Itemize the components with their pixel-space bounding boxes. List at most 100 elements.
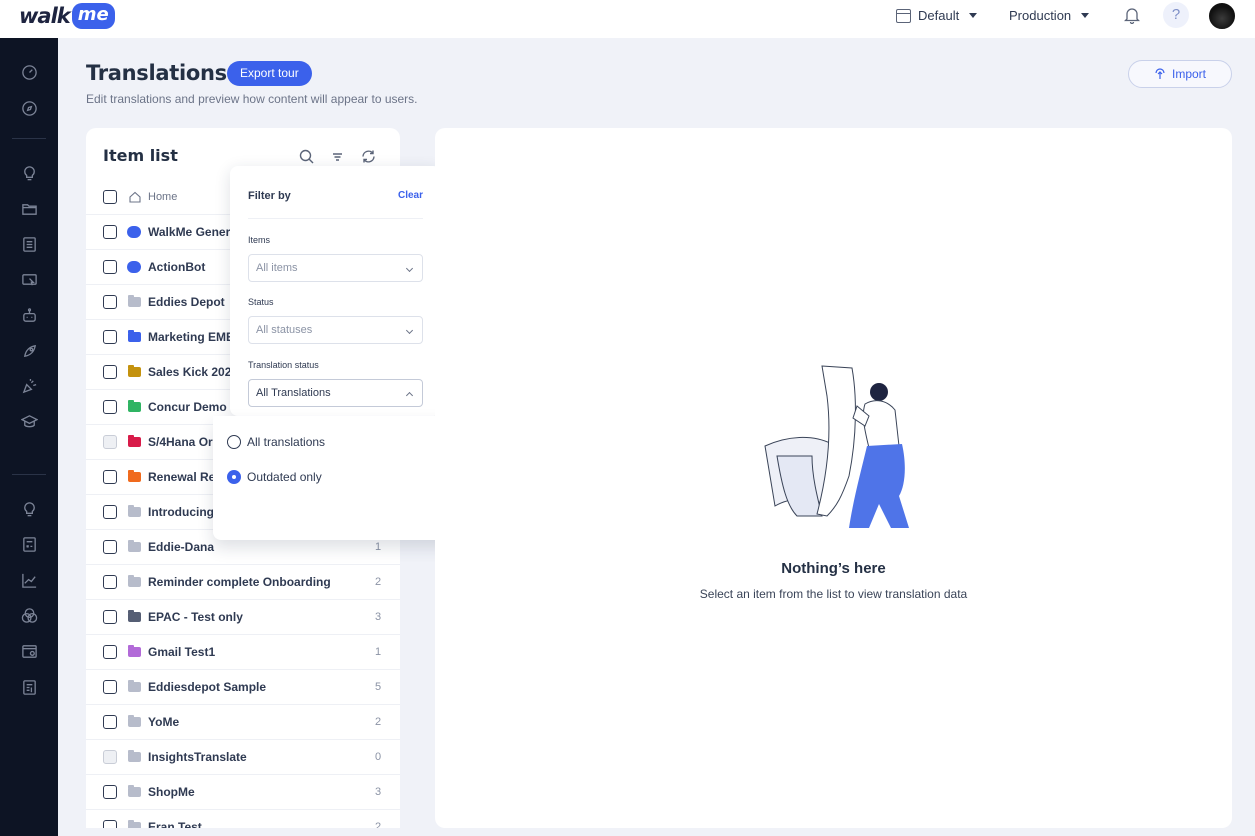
item-label: Reminder complete Onboarding: [148, 575, 331, 589]
document-icon[interactable]: [20, 678, 38, 696]
radio-button[interactable]: [227, 470, 241, 484]
status-filter-select[interactable]: All statuses: [248, 316, 423, 344]
folder-icon: [128, 400, 141, 412]
folder-icon[interactable]: [20, 200, 38, 218]
item-label: Eddie-Dana: [148, 540, 215, 554]
venn-icon[interactable]: [20, 606, 38, 624]
radio-button[interactable]: [227, 435, 241, 449]
gauge-icon[interactable]: [20, 63, 38, 81]
graduation-icon[interactable]: [20, 412, 38, 430]
list-item[interactable]: EPAC - Test only 3: [86, 600, 400, 635]
avatar[interactable]: [1207, 1, 1237, 31]
item-label: WalkMe Genera: [148, 225, 237, 239]
item-checkbox: [103, 750, 117, 764]
item-checkbox[interactable]: [103, 400, 117, 414]
item-checkbox[interactable]: [103, 540, 117, 554]
refresh-icon[interactable]: [360, 148, 377, 165]
list-icon[interactable]: [20, 235, 38, 253]
folder-icon: [128, 785, 141, 797]
environment-default-dropdown[interactable]: Default: [896, 8, 978, 23]
item-checkbox[interactable]: [103, 295, 117, 309]
filter-divider: [248, 218, 423, 219]
list-item[interactable]: ShopMe 3: [86, 775, 400, 810]
robot-icon[interactable]: [20, 306, 38, 324]
chart-icon[interactable]: [20, 571, 38, 589]
megaphone-icon[interactable]: [20, 377, 38, 395]
walkme-logo[interactable]: walk me: [19, 3, 115, 29]
item-checkbox[interactable]: [103, 715, 117, 729]
translation-status-select[interactable]: All Translations: [248, 379, 423, 407]
items-filter-select[interactable]: All items: [248, 254, 423, 282]
list-item[interactable]: InsightsTranslate 0: [86, 740, 400, 775]
item-count: 1: [375, 541, 382, 553]
search-icon[interactable]: [298, 148, 315, 165]
export-tour-button[interactable]: Export tour: [227, 61, 312, 86]
lightbulb-icon[interactable]: [20, 164, 38, 182]
item-label: Eran Test: [148, 820, 202, 828]
chat-bot-icon: [127, 261, 141, 273]
list-item[interactable]: Eran Test 2: [86, 810, 400, 828]
list-item[interactable]: Gmail Test1 1: [86, 635, 400, 670]
empty-state-illustration: [764, 365, 909, 528]
item-checkbox[interactable]: [103, 260, 117, 274]
item-list-toolbar: [298, 148, 377, 165]
item-count: 5: [375, 681, 382, 693]
item-checkbox[interactable]: [103, 680, 117, 694]
item-label: ShopMe: [148, 785, 195, 799]
bell-icon[interactable]: [1124, 6, 1140, 24]
home-icon: [129, 191, 141, 203]
page-title: Translations: [86, 61, 227, 85]
list-item[interactable]: Reminder complete Onboarding 2: [86, 565, 400, 600]
folder-icon: [128, 575, 141, 587]
item-checkbox[interactable]: [103, 365, 117, 379]
empty-state-subtitle: Select an item from the list to view tra…: [699, 587, 968, 601]
item-label: S/4Hana Or: [148, 435, 213, 449]
calculator-icon[interactable]: [20, 535, 38, 553]
folder-icon: [128, 505, 141, 517]
item-checkbox[interactable]: [103, 820, 117, 828]
chevron-down-icon: [405, 326, 414, 335]
pointer-icon[interactable]: [20, 270, 38, 288]
item-checkbox[interactable]: [103, 645, 117, 659]
item-checkbox[interactable]: [103, 225, 117, 239]
item-count: 1: [375, 646, 382, 658]
item-checkbox[interactable]: [103, 470, 117, 484]
filter-clear-link[interactable]: Clear: [398, 190, 423, 201]
logo-me-badge: me: [71, 3, 115, 29]
compass-icon[interactable]: [20, 99, 38, 117]
item-checkbox[interactable]: [103, 505, 117, 519]
sidebar-divider: [12, 474, 46, 475]
item-checkbox[interactable]: [103, 575, 117, 589]
item-checkbox[interactable]: [103, 785, 117, 799]
item-count: 2: [375, 716, 382, 728]
upload-icon: [1155, 68, 1165, 79]
folder-icon: [128, 540, 141, 552]
folder-icon: [128, 295, 141, 307]
sidebar-divider: [12, 138, 46, 139]
folder-icon: [128, 680, 141, 692]
folder-icon: [128, 820, 141, 828]
item-checkbox[interactable]: [103, 610, 117, 624]
lightbulb-icon[interactable]: [20, 500, 38, 518]
environment-production-dropdown[interactable]: Production: [1009, 8, 1090, 23]
item-checkbox: [103, 435, 117, 449]
option-label: Outdated only: [247, 470, 322, 484]
item-checkbox[interactable]: [103, 190, 117, 204]
option-all-translations[interactable]: All translations: [227, 435, 325, 449]
list-item[interactable]: YoMe 2: [86, 705, 400, 740]
folder-icon: [128, 470, 141, 482]
option-outdated-only[interactable]: Outdated only: [227, 470, 322, 484]
translation-status-options: All translations Outdated only: [213, 416, 457, 540]
filter-icon[interactable]: [329, 148, 346, 165]
item-count: 2: [375, 821, 382, 828]
option-label: All translations: [247, 435, 326, 449]
list-item[interactable]: Eddiesdepot Sample 5: [86, 670, 400, 705]
translation-status-label: Translation status: [248, 360, 319, 370]
storage-icon[interactable]: [20, 642, 38, 660]
rocket-icon[interactable]: [20, 342, 38, 360]
caret-down-icon: [1081, 13, 1090, 18]
import-button[interactable]: Import: [1128, 60, 1232, 88]
items-filter-value: All items: [256, 262, 298, 274]
help-icon[interactable]: ?: [1163, 2, 1189, 28]
item-checkbox[interactable]: [103, 330, 117, 344]
